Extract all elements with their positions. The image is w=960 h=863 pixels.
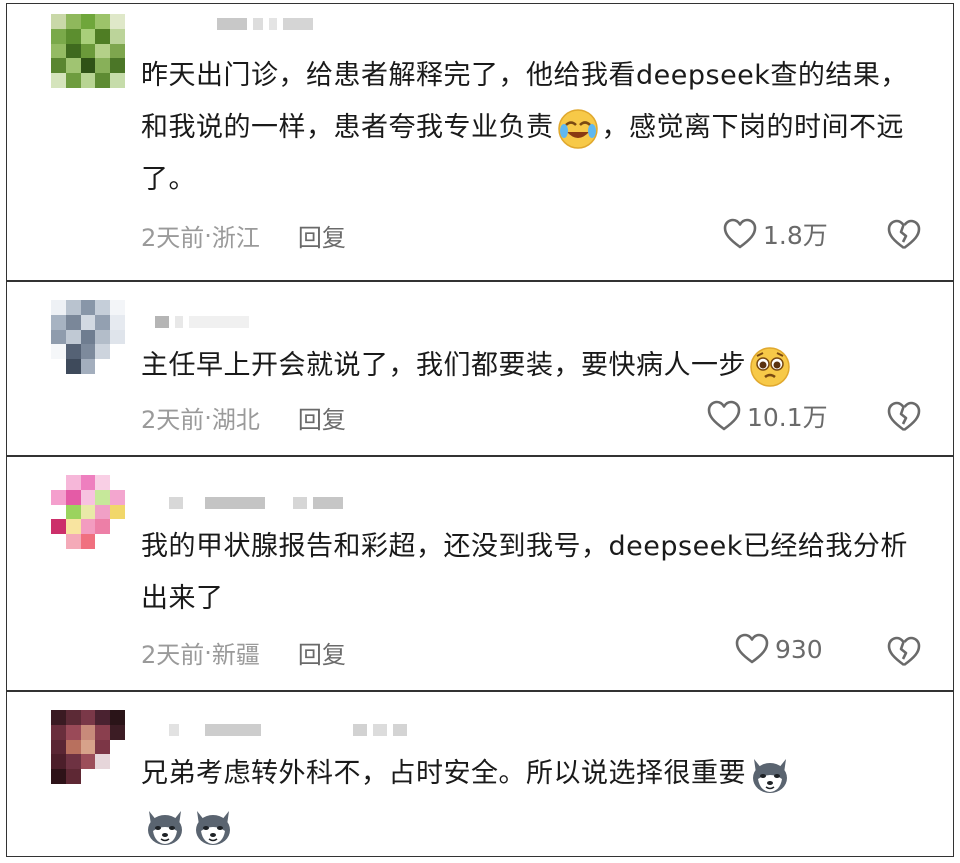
username-blurred[interactable] <box>217 16 313 32</box>
meta-separator: · <box>204 403 212 432</box>
comment-time: 2天前 <box>141 224 205 252</box>
heart-outline-icon <box>735 633 769 664</box>
husky-emoji-icon <box>196 810 230 845</box>
username-blurred[interactable] <box>155 314 249 330</box>
heart-outline-icon <box>723 218 757 249</box>
comment-time: 2天前 <box>141 641 205 669</box>
reply-button[interactable]: 回复 <box>298 635 346 670</box>
comment-text: 我的甲状腺报告和彩超，还没到我号，deepseek已经给我分析出来了 <box>141 521 913 625</box>
like-count: 1.8万 <box>763 221 828 250</box>
comment-meta: 2天前 · 浙江 回复 <box>141 218 346 253</box>
avatar[interactable] <box>51 300 125 374</box>
broken-heart-icon[interactable] <box>887 400 921 434</box>
avatar[interactable] <box>51 710 125 784</box>
comment-text: 昨天出门诊，给患者解释完了，他给我看deepseek查的结果，和我说的一样，患者… <box>141 50 913 206</box>
comment-meta: 2天前 · 湖北 回复 <box>141 400 346 435</box>
avatar[interactable] <box>51 14 125 88</box>
meta-separator: · <box>204 638 212 667</box>
username-blurred[interactable] <box>169 722 407 738</box>
broken-heart-icon[interactable] <box>887 635 921 669</box>
crying-laughing-emoji-icon <box>557 108 598 149</box>
avatar[interactable] <box>51 475 125 549</box>
comment-text-main: 兄弟考虑转外科不，占时安全。所以说选择很重要 <box>141 758 746 789</box>
like-button[interactable]: 1.8万 <box>723 216 828 252</box>
broken-heart-icon[interactable] <box>887 218 921 252</box>
heart-outline-icon <box>707 400 741 431</box>
reply-button[interactable]: 回复 <box>298 218 346 253</box>
like-button[interactable]: 10.1万 <box>707 398 828 434</box>
comment-time: 2天前 <box>141 406 205 434</box>
like-button[interactable]: 930 <box>735 633 823 665</box>
comment-card: 兄弟考虑转外科不，占时安全。所以说选择很重要 <box>6 691 954 857</box>
pleading-face-emoji-icon <box>750 346 790 387</box>
meta-separator: · <box>204 221 212 250</box>
like-count: 930 <box>775 634 823 664</box>
comment-location: 湖北 <box>211 406 260 434</box>
comment-text-main: 我的甲状腺报告和彩超，还没到我号，deepseek已经给我分析出来了 <box>141 531 908 614</box>
comment-text-main: 主任早上开会就说了，我们都要装，要快病人一步 <box>141 350 746 381</box>
comment-location: 浙江 <box>211 224 260 252</box>
husky-emoji-icon <box>148 810 182 845</box>
comment-text: 主任早上开会就说了，我们都要装，要快病人一步 <box>141 340 913 392</box>
like-count: 10.1万 <box>747 403 828 432</box>
comment-meta: 2天前 · 新疆 回复 <box>141 635 346 670</box>
reply-button[interactable]: 回复 <box>298 400 346 435</box>
comment-card: 我的甲状腺报告和彩超，还没到我号，deepseek已经给我分析出来了 2天前 ·… <box>6 456 954 691</box>
comment-card: 昨天出门诊，给患者解释完了，他给我看deepseek查的结果，和我说的一样，患者… <box>6 3 954 281</box>
comment-location: 新疆 <box>211 641 260 669</box>
comment-card: 主任早上开会就说了，我们都要装，要快病人一步 2天前 · 湖北 回复 10.1万 <box>6 281 954 456</box>
husky-emoji-icon <box>753 758 787 793</box>
comment-text: 兄弟考虑转外科不，占时安全。所以说选择很重要 <box>141 748 913 852</box>
username-blurred[interactable] <box>169 495 343 511</box>
